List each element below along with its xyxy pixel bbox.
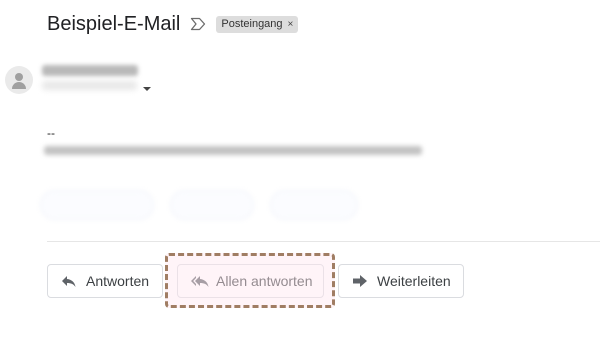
reply-all-label: Allen antworten (216, 273, 313, 289)
reply-label: Antworten (86, 273, 150, 289)
label-chip-text: Posteingang (221, 18, 283, 30)
reply-all-arrow-icon (190, 273, 209, 289)
label-chip-inbox: Posteingang × (216, 15, 299, 33)
smart-reply-chip-1[interactable] (40, 190, 154, 220)
sender-name-redacted (42, 65, 138, 76)
importance-marker-icon[interactable] (190, 17, 206, 31)
smart-reply-suggestions (40, 190, 358, 222)
forward-arrow-icon (351, 273, 369, 289)
caret-down-icon[interactable] (143, 87, 151, 91)
email-subject: Beispiel-E-Mail (47, 13, 181, 35)
subject-row: Beispiel-E-Mail Posteingang × (47, 12, 299, 36)
smart-reply-chip-3[interactable] (270, 190, 358, 220)
reply-arrow-icon (60, 273, 78, 289)
recipient-redacted (42, 81, 137, 90)
divider (47, 241, 600, 242)
reply-button[interactable]: Antworten (47, 264, 163, 298)
signature-separator: -- (47, 126, 55, 140)
forward-label: Weiterleiten (377, 273, 451, 289)
signature-text-redacted (44, 146, 422, 155)
default-avatar-icon (5, 66, 33, 94)
forward-button[interactable]: Weiterleiten (338, 264, 464, 298)
remove-label-button[interactable]: × (288, 19, 294, 30)
smart-reply-chip-2[interactable] (170, 190, 254, 220)
reply-all-button[interactable]: Allen antworten (177, 264, 324, 298)
